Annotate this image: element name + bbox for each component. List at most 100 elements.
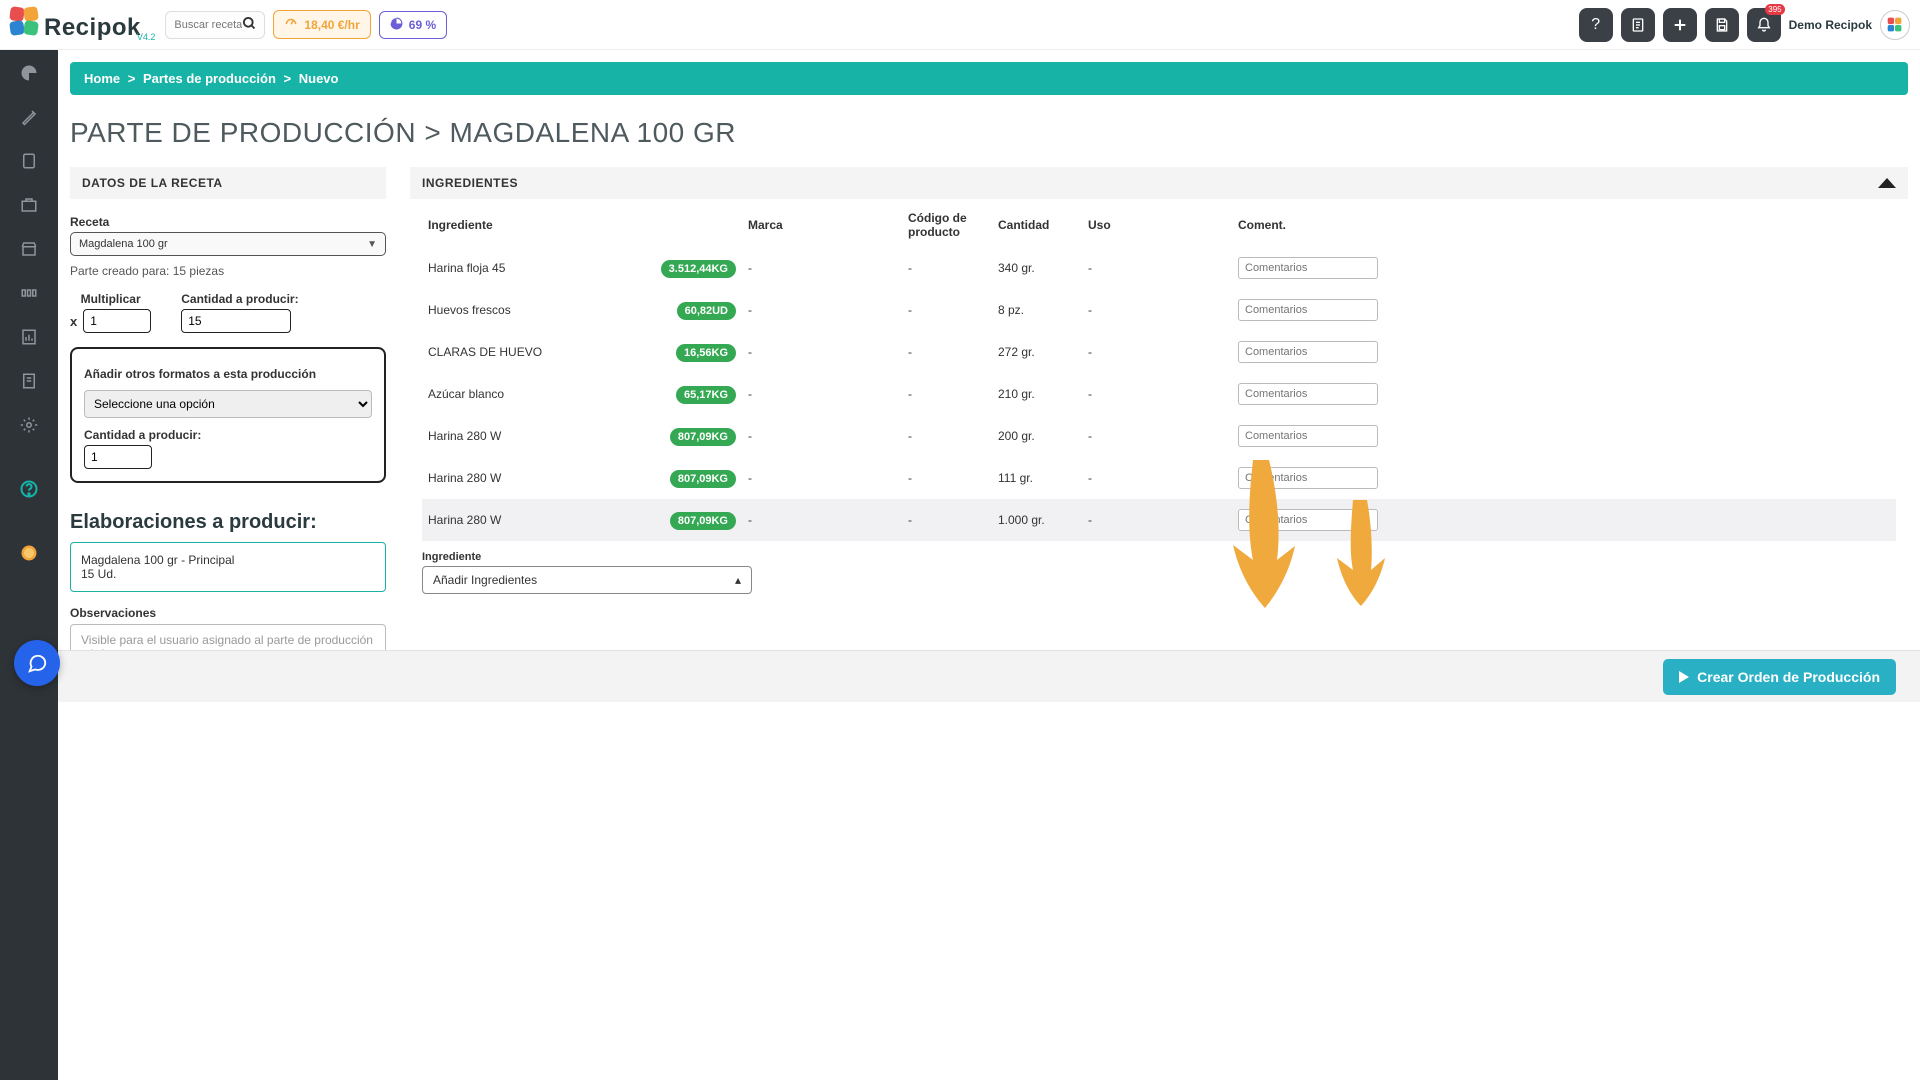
breadcrumb: Home > Partes de producción > Nuevo [70, 62, 1908, 95]
nav-list-icon[interactable] [16, 368, 42, 394]
breadcrumb-home[interactable]: Home [84, 71, 120, 86]
comment-input[interactable] [1238, 341, 1378, 363]
add-format-select[interactable]: Seleccione una opción [84, 390, 372, 418]
docs-button[interactable] [1621, 8, 1655, 42]
cantidad-input[interactable] [181, 309, 291, 333]
breadcrumb-sep: > [284, 71, 292, 86]
nav-ingredients-icon[interactable] [16, 148, 42, 174]
price-metric-value: 18,40 €/hr [304, 18, 359, 32]
nav-shop-icon[interactable] [16, 236, 42, 262]
add-ingredient-label: Ingrediente [422, 551, 1896, 563]
stock-badge: 60,82UD [677, 302, 736, 320]
elab-line1: Magdalena 100 gr - Principal [81, 553, 375, 567]
nav-recipes-icon[interactable] [16, 104, 42, 130]
nav-help-icon[interactable] [16, 476, 42, 502]
comment-input[interactable] [1238, 425, 1378, 447]
nav-scan-icon[interactable] [16, 280, 42, 306]
search-input-wrap[interactable] [165, 11, 265, 39]
cell-codigo: - [902, 247, 992, 289]
add-ingredient-select[interactable]: Añadir Ingredientes ▴ [422, 566, 752, 594]
ingredient-name: Huevos frescos [428, 303, 511, 317]
elaboraciones-box[interactable]: Magdalena 100 gr - Principal 15 Ud. [70, 542, 386, 592]
create-order-label: Crear Orden de Producción [1697, 669, 1880, 685]
logo[interactable]: Recipok V4.2 [10, 7, 155, 42]
cell-codigo: - [902, 373, 992, 415]
ingredient-name: Harina 280 W [428, 471, 501, 485]
cell-cantidad: 8 pz. [992, 289, 1082, 331]
search-icon[interactable] [242, 16, 257, 34]
cell-marca: - [742, 247, 902, 289]
multiplicar-input[interactable] [83, 309, 151, 333]
table-row[interactable]: Harina 280 W807,09KG--1.000 gr.- [422, 499, 1896, 541]
nav-reports-icon[interactable] [16, 324, 42, 350]
nav-production-icon[interactable] [16, 192, 42, 218]
percent-metric-value: 69 % [409, 18, 436, 32]
table-row[interactable]: CLARAS DE HUEVO16,56KG--272 gr.- [422, 331, 1896, 373]
collapse-icon[interactable] [1878, 178, 1896, 188]
col-coment: Coment. [1232, 203, 1896, 247]
table-row[interactable]: Azúcar blanco65,17KG--210 gr.- [422, 373, 1896, 415]
save-button[interactable] [1705, 8, 1739, 42]
percent-metric[interactable]: 69 % [379, 11, 447, 39]
stock-badge: 16,56KG [676, 344, 736, 362]
ingredient-name: Harina 280 W [428, 429, 501, 443]
sidebar [0, 50, 58, 1080]
chevron-down-icon: ▼ [367, 239, 377, 250]
notifications-button[interactable] [1747, 8, 1781, 42]
help-button[interactable]: ? [1579, 8, 1613, 42]
price-metric[interactable]: 18,40 €/hr [273, 10, 370, 39]
elab-line2: 15 Ud. [81, 567, 375, 581]
comment-input[interactable] [1238, 257, 1378, 279]
cantidad-label: Cantidad a producir: [181, 292, 298, 306]
add-ingredient-value: Añadir Ingredientes [433, 573, 537, 587]
stock-badge: 65,17KG [676, 386, 736, 404]
recipe-panel-header: DATOS DE LA RECETA [70, 167, 386, 199]
cell-uso: - [1082, 415, 1232, 457]
cell-cantidad: 200 gr. [992, 415, 1082, 457]
table-row[interactable]: Huevos frescos60,82UD--8 pz.- [422, 289, 1896, 331]
cell-uso: - [1082, 331, 1232, 373]
top-right-actions: ? Demo Recipok [1579, 8, 1910, 42]
create-order-button[interactable]: Crear Orden de Producción [1663, 659, 1896, 695]
nav-coin-icon[interactable] [16, 540, 42, 566]
recipe-select[interactable]: Magdalena 100 gr ▼ [70, 232, 386, 256]
nav-settings-icon[interactable] [16, 412, 42, 438]
cell-marca: - [742, 373, 902, 415]
table-row[interactable]: Harina 280 W807,09KG--200 gr.- [422, 415, 1896, 457]
cell-marca: - [742, 331, 902, 373]
add-button[interactable] [1663, 8, 1697, 42]
cell-marca: - [742, 415, 902, 457]
col-ingrediente: Ingrediente [422, 203, 742, 247]
breadcrumb-partes[interactable]: Partes de producción [143, 71, 276, 86]
cell-marca: - [742, 289, 902, 331]
ingredient-name: Harina floja 45 [428, 261, 505, 275]
comment-input[interactable] [1238, 299, 1378, 321]
cell-marca: - [742, 499, 902, 541]
col-uso: Uso [1082, 203, 1232, 247]
table-row[interactable]: Harina floja 453.512,44KG--340 gr.- [422, 247, 1896, 289]
chat-widget[interactable] [14, 640, 60, 686]
nav-dashboard-icon[interactable] [16, 60, 42, 86]
cell-uso: - [1082, 499, 1232, 541]
col-marca: Marca [742, 203, 902, 247]
search-input[interactable] [174, 19, 242, 31]
ingredients-header-text: INGREDIENTES [422, 176, 518, 190]
cell-uso: - [1082, 247, 1232, 289]
breadcrumb-sep: > [128, 71, 136, 86]
breadcrumb-current: Nuevo [299, 71, 339, 86]
elaboraciones-header: Elaboraciones a producir: [70, 511, 386, 534]
comment-input[interactable] [1238, 467, 1378, 489]
add-format-qty-input[interactable] [84, 445, 152, 469]
logo-text: Recipok [44, 14, 141, 42]
avatar[interactable] [1880, 10, 1910, 40]
ingredient-name: Azúcar blanco [428, 387, 504, 401]
cell-cantidad: 272 gr. [992, 331, 1082, 373]
pie-icon [390, 17, 403, 33]
add-format-qty-label: Cantidad a producir: [84, 428, 372, 442]
user-name[interactable]: Demo Recipok [1789, 18, 1872, 32]
comment-input[interactable] [1238, 509, 1378, 531]
multiplicar-label: Multiplicar [70, 292, 151, 306]
comment-input[interactable] [1238, 383, 1378, 405]
table-row[interactable]: Harina 280 W807,09KG--111 gr.- [422, 457, 1896, 499]
stock-badge: 807,09KG [670, 428, 736, 446]
